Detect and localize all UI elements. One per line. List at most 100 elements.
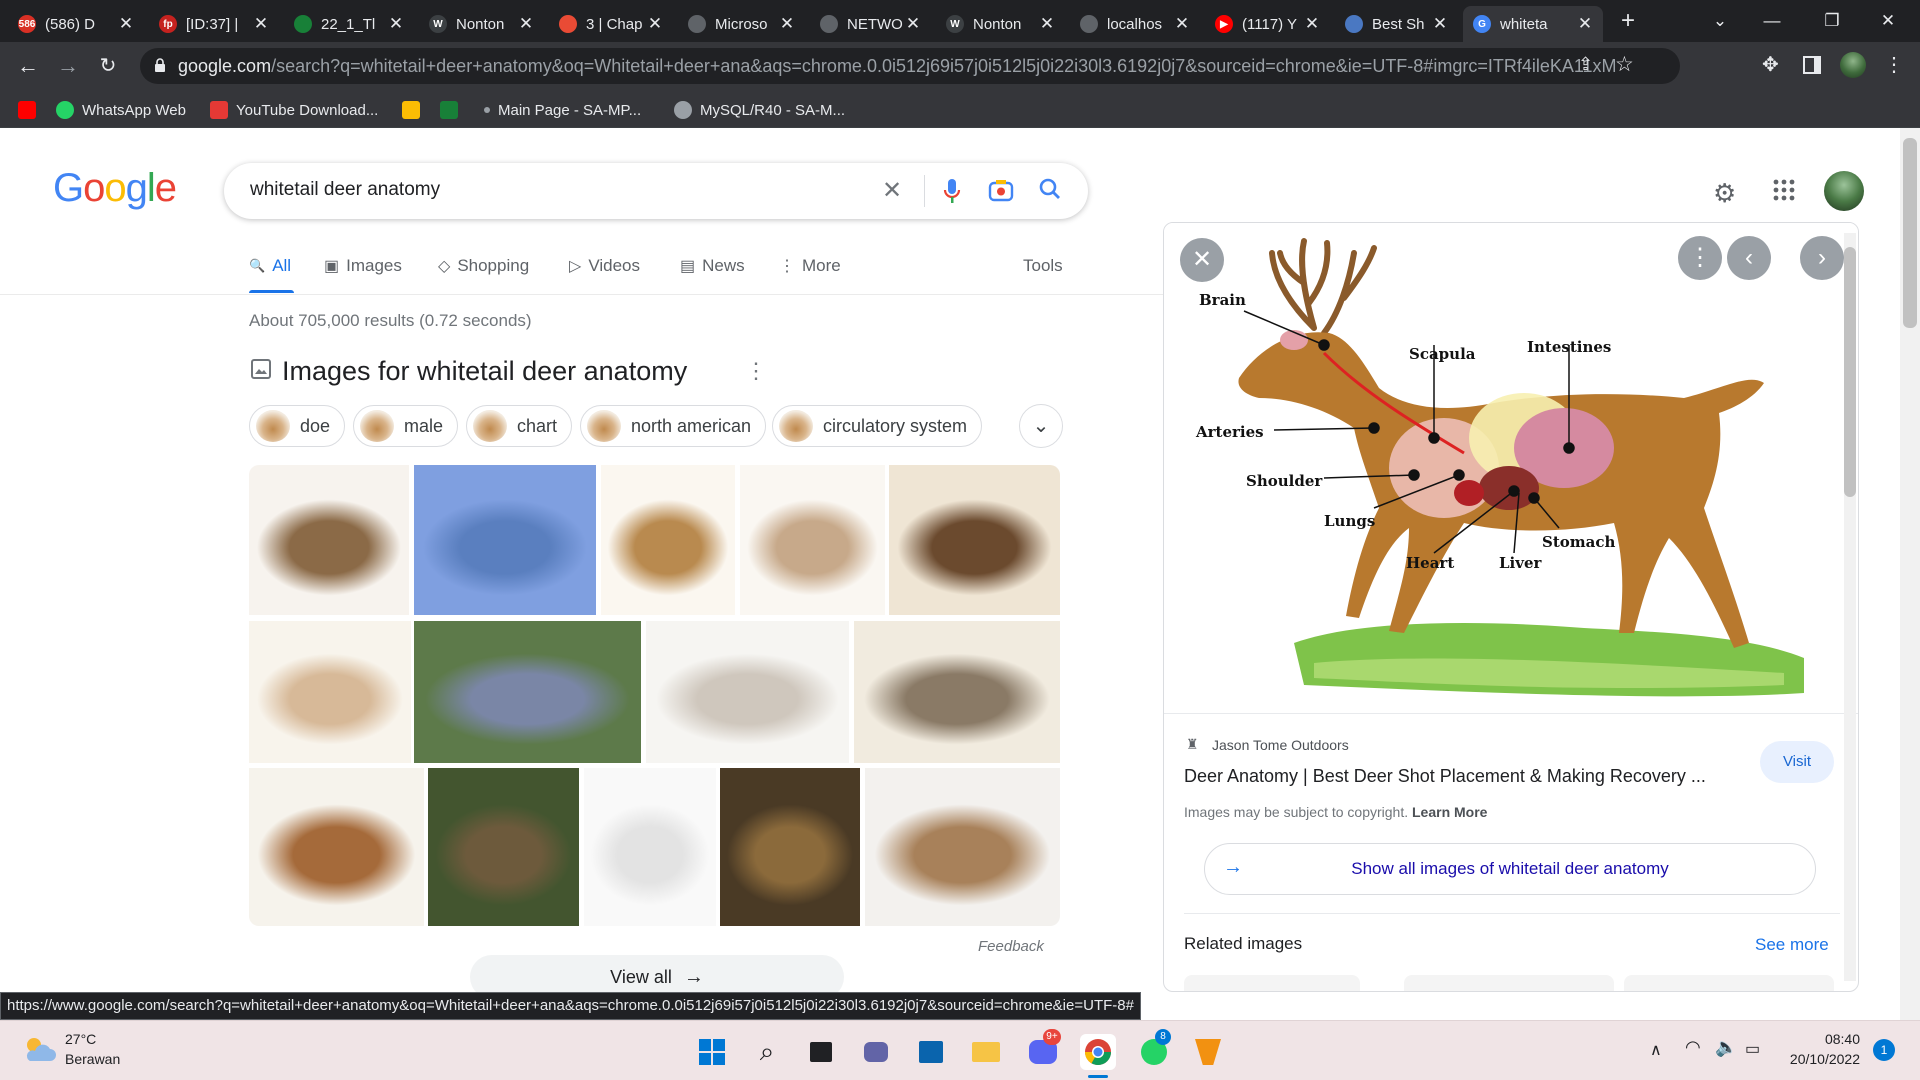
address-bar[interactable]: google.com/search?q=whitetail+deer+anato…	[140, 48, 1680, 84]
image-result-thumbnail[interactable]	[865, 768, 1060, 926]
panel-scrollbar-thumb[interactable]	[1844, 247, 1856, 497]
microsoft-store-icon[interactable]	[913, 1034, 949, 1070]
previous-image-icon[interactable]: ‹	[1727, 236, 1771, 280]
bookmark-item[interactable]	[440, 99, 466, 121]
feedback-link[interactable]: Feedback	[978, 938, 1044, 955]
tab-search-chevron-icon[interactable]: ⌄	[1700, 8, 1740, 34]
browser-tab[interactable]: Best Sh ✕	[1335, 6, 1458, 42]
more-options-icon[interactable]: ⋮	[745, 358, 767, 384]
image-result-thumbnail[interactable]	[740, 465, 885, 615]
browser-tab[interactable]: Microso ✕	[678, 6, 805, 42]
image-result-thumbnail[interactable]	[414, 465, 596, 615]
maximize-button[interactable]: ❐	[1812, 8, 1852, 34]
bookmark-item[interactable]: MySQL/R40 - SA-M...	[674, 99, 845, 121]
bookmark-item[interactable]	[402, 99, 428, 121]
bookmark-item[interactable]: Main Page - SA-MP...	[484, 99, 641, 121]
account-avatar[interactable]	[1824, 171, 1864, 211]
image-result-thumbnail[interactable]	[414, 621, 641, 763]
back-button[interactable]: ←	[12, 50, 44, 82]
page-scrollbar-thumb[interactable]	[1903, 138, 1917, 328]
teams-chat-icon[interactable]	[858, 1034, 894, 1070]
image-result-thumbnail[interactable]	[646, 621, 849, 763]
browser-tab[interactable]: Gwhiteta ✕	[1463, 6, 1603, 42]
wifi-icon[interactable]: ◠	[1685, 1037, 1701, 1058]
bookmark-item[interactable]: WhatsApp Web	[56, 99, 186, 121]
battery-icon[interactable]: ▭	[1745, 1039, 1760, 1059]
see-more-link[interactable]: See more	[1755, 935, 1829, 955]
browser-tab[interactable]: 586 (586) D ✕	[8, 6, 144, 42]
google-apps-icon[interactable]	[1772, 178, 1796, 202]
panel-scrollbar[interactable]	[1844, 233, 1856, 981]
bookmark-star-icon[interactable]: ☆	[1615, 52, 1634, 77]
chrome-taskbar-icon[interactable]	[1080, 1034, 1116, 1070]
tab-close-icon[interactable]: ✕	[518, 14, 534, 34]
image-result-thumbnail[interactable]	[249, 621, 411, 763]
panel-more-icon[interactable]: ⋮	[1678, 236, 1722, 280]
chrome-menu-icon[interactable]: ⋮	[1884, 52, 1904, 77]
image-result-thumbnail[interactable]	[889, 465, 1060, 615]
notification-badge[interactable]: 1	[1873, 1039, 1895, 1061]
refine-chip[interactable]: chart	[466, 405, 573, 447]
task-view-icon[interactable]	[803, 1034, 839, 1070]
image-result-thumbnail[interactable]	[584, 768, 716, 926]
visit-button[interactable]: Visit	[1760, 741, 1834, 783]
volume-icon[interactable]: 🔈	[1715, 1037, 1737, 1058]
camera-lens-icon[interactable]	[987, 177, 1015, 205]
related-thumb[interactable]	[1404, 975, 1614, 991]
refine-chip[interactable]: male	[353, 405, 459, 447]
close-panel-icon[interactable]: ✕	[1180, 238, 1224, 282]
new-tab-button[interactable]: +	[1608, 8, 1648, 34]
app-taskbar-icon[interactable]	[1190, 1034, 1226, 1070]
weather-cloud-icon[interactable]	[20, 1035, 58, 1065]
show-all-images-button[interactable]: → Show all images of whitetail deer anat…	[1204, 843, 1816, 895]
forward-button[interactable]: →	[52, 50, 84, 82]
tab-close-icon[interactable]: ✕	[1039, 14, 1055, 34]
browser-tab[interactable]: ▶ (1117) Y ✕	[1205, 6, 1330, 42]
tab-close-icon[interactable]: ✕	[118, 14, 134, 34]
tab-close-icon[interactable]: ✕	[1577, 14, 1593, 34]
profile-avatar[interactable]	[1840, 52, 1866, 78]
browser-tab[interactable]: fp [ID:37] | ✕	[149, 6, 279, 42]
refine-chip[interactable]: circulatory system	[772, 405, 983, 447]
google-logo[interactable]: Google	[53, 166, 177, 211]
source-name[interactable]: Jason Tome Outdoors	[1212, 737, 1349, 753]
search-tab-videos[interactable]: ▷ Videos	[569, 256, 640, 276]
related-thumb[interactable]	[1624, 975, 1834, 991]
clear-icon[interactable]: ✕	[878, 177, 906, 205]
search-submit-icon[interactable]	[1036, 177, 1064, 205]
tab-close-icon[interactable]: ✕	[388, 14, 404, 34]
search-tab-all[interactable]: 🔍 All	[249, 256, 291, 276]
browser-tab[interactable]: W Nonton ✕	[419, 6, 544, 42]
microphone-icon[interactable]	[938, 177, 966, 205]
browser-tab[interactable]: NETWO ✕	[810, 6, 931, 42]
bookmark-item[interactable]	[18, 99, 44, 121]
search-tab-more[interactable]: ⋮ More	[779, 256, 841, 276]
chips-expand-chevron-icon[interactable]: ⌄	[1019, 404, 1063, 448]
extensions-icon[interactable]: ✥	[1762, 52, 1779, 77]
related-thumb[interactable]	[1184, 975, 1360, 991]
image-result-thumbnail[interactable]	[601, 465, 735, 615]
image-result-thumbnail[interactable]	[249, 768, 424, 926]
clock-date[interactable]: 20/10/2022	[1782, 1051, 1860, 1067]
learn-more-link[interactable]: Learn More	[1412, 804, 1487, 820]
windows-start-icon[interactable]	[694, 1034, 730, 1070]
tray-chevron-up-icon[interactable]: ∧	[1650, 1040, 1662, 1060]
page-scrollbar[interactable]	[1900, 128, 1920, 1020]
search-box[interactable]: whitetail deer anatomy ✕	[224, 163, 1088, 219]
search-tab-images[interactable]: ▣ Images	[324, 256, 402, 276]
tab-close-icon[interactable]: ✕	[253, 14, 269, 34]
next-image-icon[interactable]: ›	[1800, 236, 1844, 280]
browser-tab[interactable]: 22_1_Tl ✕	[284, 6, 414, 42]
tab-close-icon[interactable]: ✕	[779, 14, 795, 34]
file-explorer-icon[interactable]	[968, 1034, 1004, 1070]
search-input[interactable]: whitetail deer anatomy	[250, 179, 440, 201]
reload-button[interactable]: ↻	[92, 50, 124, 82]
image-result-thumbnail[interactable]	[720, 768, 860, 926]
share-icon[interactable]: ⇪	[1578, 54, 1593, 75]
tab-close-icon[interactable]: ✕	[1432, 14, 1448, 34]
side-panel-icon[interactable]	[1803, 56, 1821, 74]
browser-tab[interactable]: W Nonton ✕	[936, 6, 1065, 42]
tab-close-icon[interactable]: ✕	[905, 14, 921, 34]
image-result-thumbnail[interactable]	[249, 465, 409, 615]
bookmark-item[interactable]: YouTube Download...	[210, 99, 378, 121]
